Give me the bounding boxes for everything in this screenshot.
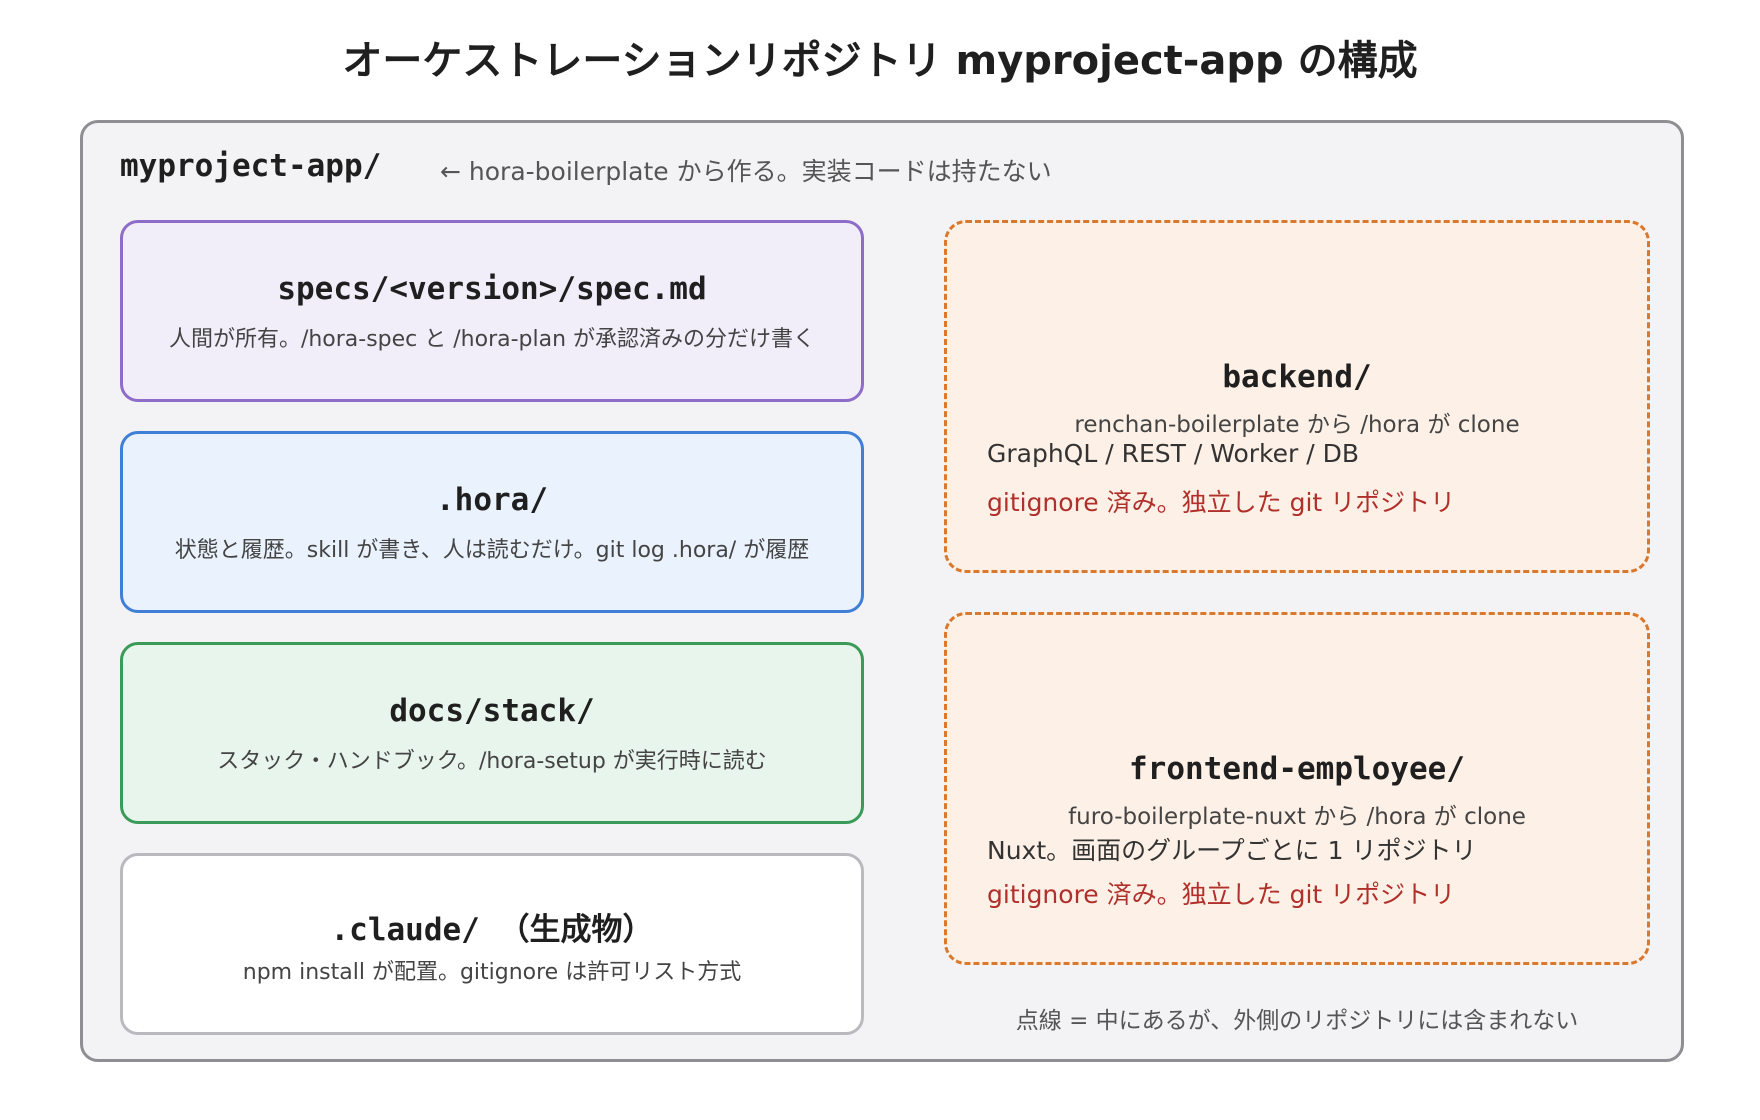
frontend-employee-name: frontend-employee/	[1129, 751, 1465, 787]
claude-name: .claude/ （生成物）	[330, 912, 654, 948]
backend-source: renchan-boilerplate から /hora が clone	[1074, 412, 1520, 438]
specs-box: specs/<version>/spec.md 人間が所有。/hora-spec…	[120, 220, 864, 402]
frontend-employee-box: frontend-employee/ furo-boilerplate-nuxt…	[944, 612, 1650, 965]
claude-desc: npm install が配置。gitignore は許可リスト方式	[242, 960, 742, 985]
backend-name: backend/	[1222, 359, 1372, 395]
dashed-legend: 点線 = 中にあるが、外側のリポジトリには含まれない	[1015, 1008, 1579, 1034]
specs-name: specs/<version>/spec.md	[277, 271, 707, 307]
docs-stack-name: docs/stack/	[389, 693, 595, 729]
frontend-employee-source: furo-boilerplate-nuxt から /hora が clone	[1068, 804, 1526, 830]
hora-name: .hora/	[436, 482, 548, 518]
backend-tech: GraphQL / REST / Worker / DB	[987, 439, 1360, 468]
docs-stack-box: docs/stack/ スタック・ハンドブック。/hora-setup が実行時…	[120, 642, 864, 824]
backend-gitignore-note: gitignore 済み。独立した git リポジトリ	[987, 488, 1456, 517]
root-repo-name: myproject-app/	[120, 148, 382, 184]
frontend-employee-gitignore-note: gitignore 済み。独立した git リポジトリ	[987, 880, 1456, 909]
claude-box: .claude/ （生成物） npm install が配置。gitignore…	[120, 853, 864, 1035]
docs-stack-desc: スタック・ハンドブック。/hora-setup が実行時に読む	[217, 749, 767, 774]
backend-box: backend/ renchan-boilerplate から /hora が …	[944, 220, 1650, 573]
specs-desc: 人間が所有。/hora-spec と /hora-plan が承認済みの分だけ書…	[168, 327, 816, 352]
frontend-employee-tech: Nuxt。画面のグループごとに 1 リポジトリ	[987, 836, 1477, 865]
hora-desc: 状態と履歴。skill が書き、人は読むだけ。git log .hora/ が履…	[174, 538, 810, 563]
page-title: オーケストレーションリポジトリ myproject-app の構成	[342, 38, 1418, 84]
root-repo-note: ← hora-boilerplate から作る。実装コードは持たない	[440, 157, 1052, 186]
hora-box: .hora/ 状態と履歴。skill が書き、人は読むだけ。git log .h…	[120, 431, 864, 613]
